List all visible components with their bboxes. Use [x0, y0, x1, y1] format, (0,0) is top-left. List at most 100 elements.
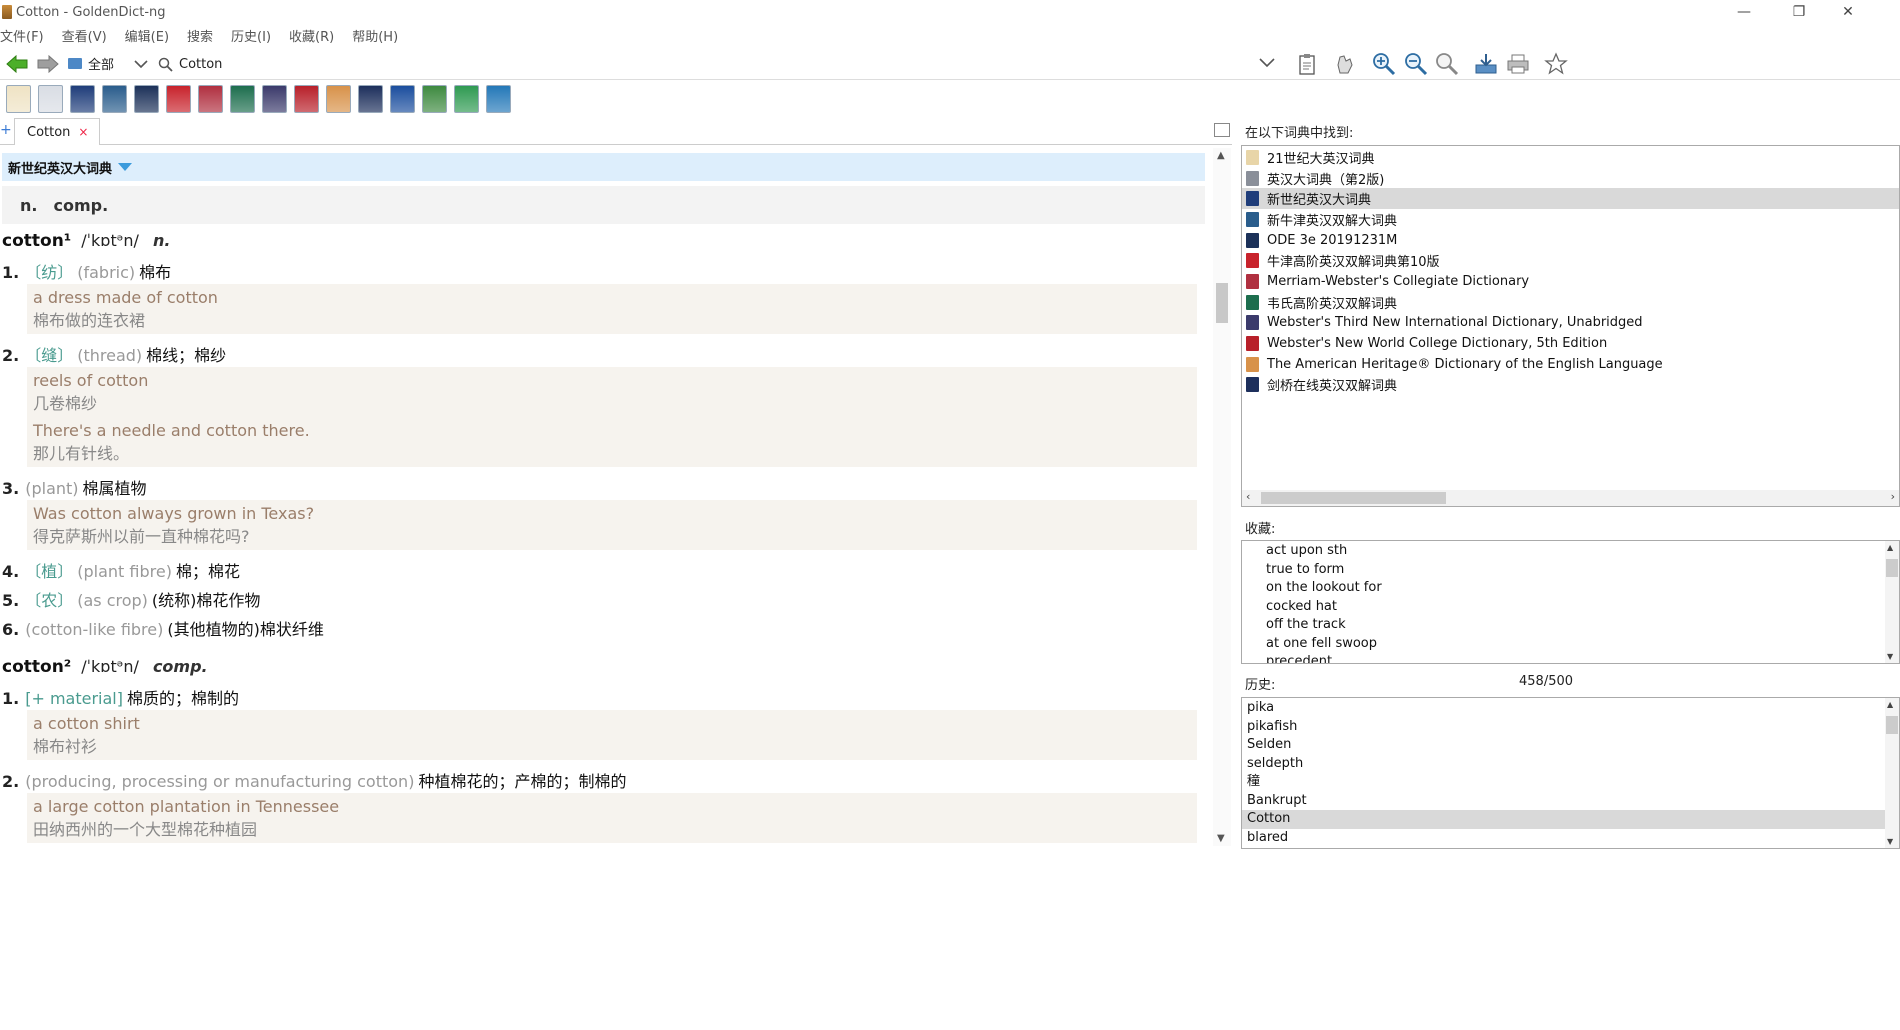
clipboard-icon[interactable] [1293, 50, 1321, 78]
scroll-down-icon[interactable]: ▼ [1887, 837, 1893, 846]
scroll-up-icon[interactable]: ▲ [1887, 543, 1893, 552]
favorite-item[interactable]: cocked hat [1242, 598, 1899, 617]
dictionary-toggle-5-icon[interactable] [134, 85, 159, 113]
history-item[interactable]: Cotton [1242, 810, 1899, 829]
favorite-item[interactable]: on the lookout for [1242, 579, 1899, 598]
found-dictionary-item[interactable]: The American Heritage® Dictionary of the… [1242, 354, 1899, 375]
favorite-item[interactable]: act upon sth [1242, 542, 1899, 561]
dictionary-toggle-12-icon[interactable] [358, 85, 383, 113]
dictionary-toggle-9-icon[interactable] [262, 85, 287, 113]
pos-noun-link[interactable]: n. [20, 196, 37, 215]
tab-close-icon[interactable]: × [78, 125, 88, 139]
favorite-star-icon[interactable] [1542, 50, 1570, 78]
scroll-down-icon[interactable]: ▼ [1217, 833, 1225, 844]
dictionary-toggle-2-icon[interactable] [38, 85, 63, 113]
dictionary-toggle-4-icon[interactable] [102, 85, 127, 113]
favorites-scrollbar[interactable]: ▲ ▼ [1885, 541, 1899, 663]
found-dictionary-item[interactable]: Webster's New World College Dictionary, … [1242, 333, 1899, 354]
history-scrollbar[interactable]: ▲ ▼ [1885, 698, 1899, 848]
sense-number: 1. [2, 263, 20, 282]
history-item[interactable]: Bankrupt [1242, 792, 1899, 811]
menu-help[interactable]: 帮助(H) [352, 26, 398, 45]
dictionary-toggle-13-icon[interactable] [390, 85, 415, 113]
close-icon[interactable]: ✕ [1822, 0, 1874, 24]
found-dictionary-item[interactable]: 英汉大词典（第2版) [1242, 168, 1899, 189]
dictionary-toggle-3-icon[interactable] [70, 85, 95, 113]
dictionary-toggle-8-icon[interactable] [230, 85, 255, 113]
restore-icon[interactable]: ❐ [1773, 0, 1825, 24]
collapse-triangle-icon[interactable] [118, 163, 133, 171]
menu-favorites[interactable]: 收藏(R) [289, 26, 334, 45]
history-item[interactable]: 穜 [1242, 773, 1899, 792]
dictionary-header[interactable]: 新世纪英汉大词典 [2, 153, 1205, 181]
history-item[interactable]: pika [1242, 699, 1899, 718]
found-dictionary-item[interactable]: 新牛津英汉双解大词典 [1242, 209, 1899, 230]
dictionary-toggle-6-icon[interactable] [166, 85, 191, 113]
horizontal-scrollbar[interactable]: ‹ › [1242, 490, 1899, 506]
menu-file[interactable]: 文件(F) [0, 26, 44, 45]
found-dictionary-item[interactable]: Webster's Third New International Dictio… [1242, 313, 1899, 334]
found-dictionary-item[interactable]: Merriam-Webster's Collegiate Dictionary [1242, 271, 1899, 292]
found-dictionary-item[interactable]: 21世纪大英汉词典 [1242, 147, 1899, 168]
zoom-out-icon[interactable] [1402, 50, 1430, 78]
scroll-up-icon[interactable]: ▲ [1217, 150, 1225, 161]
article-scrollbar[interactable]: ▲ ▼ [1213, 148, 1231, 846]
panel-options-icon[interactable] [1214, 123, 1230, 137]
found-dictionary-item[interactable]: 新世纪英汉大词典 [1242, 188, 1899, 210]
sense-definition: 棉布 [139, 263, 172, 282]
history-item[interactable]: blared [1242, 829, 1899, 848]
zoom-in-icon[interactable] [1370, 50, 1398, 78]
search-icon [157, 56, 173, 72]
menu-edit[interactable]: 编辑(E) [125, 26, 169, 45]
found-dictionary-item[interactable]: 剑桥在线英汉双解词典 [1242, 375, 1899, 396]
article-view: 新世纪英汉大词典 n. comp. cotton¹ /ˈkɒtᵊn/ n. 1.… [0, 148, 1212, 846]
favorite-item[interactable]: precedent [1242, 653, 1899, 663]
print-icon[interactable] [1504, 50, 1532, 78]
example-block: a large cotton plantation in Tennessee 田… [27, 793, 1197, 843]
dictionary-toggle-11-icon[interactable] [326, 85, 351, 113]
dictionary-toggle-7-icon[interactable] [198, 85, 223, 113]
found-dictionary-item[interactable]: 韦氏高阶英汉双解词典 [1242, 292, 1899, 313]
new-tab-icon[interactable]: + [0, 122, 12, 138]
menu-search[interactable]: 搜索 [187, 26, 213, 45]
scrollbar-thumb[interactable] [1216, 283, 1228, 323]
sense: 3. (plant) 棉属植物 [2, 475, 147, 499]
history-item[interactable]: seldepth [1242, 755, 1899, 774]
back-arrow-icon[interactable] [3, 50, 31, 78]
dictionary-toggle-14-icon[interactable] [422, 85, 447, 113]
scroll-up-icon[interactable]: ▲ [1887, 700, 1893, 709]
menu-history[interactable]: 历史(I) [231, 26, 271, 45]
scan-popup-icon[interactable] [1331, 50, 1359, 78]
search-input[interactable] [179, 56, 1259, 72]
scrollbar-thumb[interactable] [1886, 716, 1898, 734]
dictionary-toggle-16-icon[interactable] [486, 85, 511, 113]
favorite-item[interactable]: off the track [1242, 616, 1899, 635]
dictionary-toggle-1-icon[interactable] [6, 85, 31, 113]
favorite-item[interactable]: true to form [1242, 561, 1899, 580]
forward-arrow-icon[interactable] [34, 50, 62, 78]
history-dropdown-icon[interactable] [1259, 56, 1275, 72]
tab-cotton[interactable]: Cotton × [14, 118, 100, 145]
found-dictionary-item[interactable]: 牛津高阶英汉双解词典第10版 [1242, 250, 1899, 271]
chevron-down-icon[interactable] [133, 56, 149, 72]
menu-view[interactable]: 查看(V) [62, 26, 107, 45]
minimize-icon[interactable]: — [1718, 0, 1770, 24]
found-in-list: 21世纪大英汉词典 英汉大词典（第2版) 新世纪英汉大词典 新牛津英汉双解大词典 ODE… [1241, 145, 1900, 507]
found-dictionary-item[interactable]: ODE 3e 20191231M [1242, 230, 1899, 251]
scroll-left-icon[interactable]: ‹ [1246, 490, 1250, 503]
pos-comp-link[interactable]: comp. [53, 196, 108, 215]
hscroll-thumb[interactable] [1261, 492, 1446, 504]
history-item[interactable]: Selden [1242, 736, 1899, 755]
scrollbar-thumb[interactable] [1886, 559, 1898, 577]
sense-number: 6. [2, 620, 20, 639]
scroll-down-icon[interactable]: ▼ [1887, 652, 1893, 661]
sense-number: 5. [2, 591, 20, 610]
sense-definition: 棉；棉花 [175, 562, 240, 581]
zoom-reset-icon[interactable] [1433, 50, 1461, 78]
history-item[interactable]: pikafish [1242, 718, 1899, 737]
favorite-item[interactable]: at one fell swoop [1242, 635, 1899, 654]
dictionary-toggle-10-icon[interactable] [294, 85, 319, 113]
dictionary-toggle-15-icon[interactable] [454, 85, 479, 113]
save-article-icon[interactable] [1472, 50, 1500, 78]
scroll-right-icon[interactable]: › [1891, 490, 1895, 503]
